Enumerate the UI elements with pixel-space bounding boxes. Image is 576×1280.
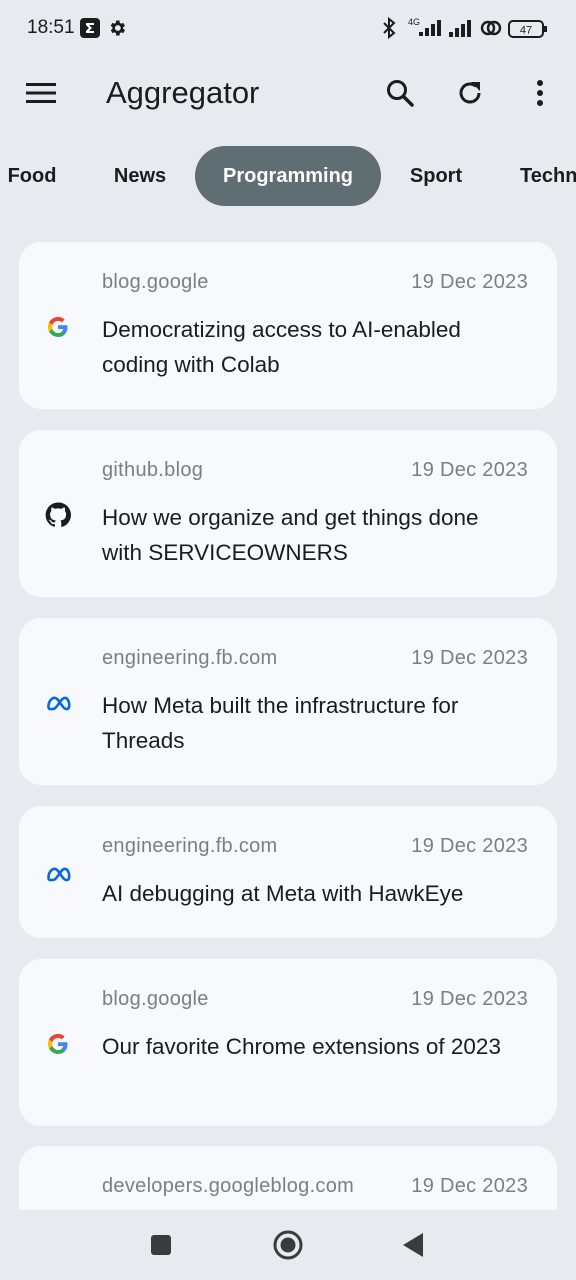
- article-title: Our favorite Chrome extensions of 2023: [102, 1034, 501, 1059]
- article-title: Democratizing access to AI-enabled codin…: [102, 317, 461, 377]
- article-date: 19 Dec 2023: [411, 988, 528, 1010]
- article-source: developers.googleblog.com: [102, 1175, 355, 1197]
- search-icon[interactable]: [378, 71, 422, 115]
- menu-icon[interactable]: [19, 71, 63, 115]
- article-source: engineering.fb.com: [102, 835, 278, 857]
- tab-label: News: [113, 164, 167, 187]
- signal-4g-icon: 4G: [405, 16, 443, 43]
- article-date: 19 Dec 2023: [411, 835, 528, 857]
- svg-text:4G: 4G: [408, 17, 420, 27]
- tab-label: Programming: [222, 164, 354, 187]
- article-title: How Meta built the infrastructure for Th…: [102, 693, 459, 753]
- sigma-app-icon: [80, 18, 100, 43]
- article-date: 19 Dec 2023: [411, 647, 528, 669]
- article-card[interactable]: blog.google 19 Dec 2023 Democratizing ac…: [19, 242, 557, 409]
- status-bar: 18:51 4G 47: [0, 0, 576, 58]
- article-card[interactable]: engineering.fb.com 19 Dec 2023 How Meta …: [19, 618, 557, 785]
- more-vert-icon[interactable]: [518, 71, 562, 115]
- meta-logo-icon: [45, 690, 71, 716]
- app-bar: Aggregator: [0, 58, 576, 128]
- status-time: 18:51: [27, 17, 75, 38]
- link-icon: [479, 18, 503, 43]
- battery-icon: 47: [508, 19, 548, 44]
- article-title: How we organize and get things done with…: [102, 505, 479, 565]
- article-card[interactable]: blog.google 19 Dec 2023 Our favorite Chr…: [19, 959, 557, 1126]
- article-title: AI debugging at Meta with HawkEye: [102, 881, 464, 906]
- settings-gear-icon: [107, 18, 127, 43]
- article-card[interactable]: github.blog 19 Dec 2023 How we organize …: [19, 430, 557, 597]
- google-logo-icon: [45, 314, 71, 340]
- tab-food[interactable]: Food: [0, 146, 64, 206]
- category-tabs: Food News Programming Sport Technology: [0, 146, 576, 206]
- recents-square-icon[interactable]: [150, 1234, 172, 1261]
- article-date: 19 Dec 2023: [411, 459, 528, 481]
- signal-icon: [448, 18, 474, 43]
- tab-news[interactable]: News: [100, 146, 180, 206]
- article-source: blog.google: [102, 988, 209, 1010]
- article-source: blog.google: [102, 271, 209, 293]
- tab-label: Food: [7, 164, 57, 187]
- article-source: engineering.fb.com: [102, 647, 278, 669]
- home-circle-icon[interactable]: [272, 1229, 304, 1266]
- article-card[interactable]: engineering.fb.com 19 Dec 2023 AI debugg…: [19, 806, 557, 938]
- article-date: 19 Dec 2023: [411, 271, 528, 293]
- refresh-icon[interactable]: [448, 71, 492, 115]
- back-triangle-icon[interactable]: [401, 1232, 425, 1263]
- tab-sport[interactable]: Sport: [396, 146, 476, 206]
- bluetooth-icon: [380, 16, 398, 44]
- article-date: 19 Dec 2023: [411, 1175, 528, 1197]
- tab-programming[interactable]: Programming: [195, 146, 381, 206]
- article-source: github.blog: [102, 459, 204, 481]
- battery-level: 47: [520, 25, 532, 37]
- github-logo-icon: [45, 502, 71, 528]
- meta-logo-icon: [45, 861, 71, 887]
- google-logo-icon: [45, 1031, 71, 1057]
- app-title: Aggregator: [106, 75, 260, 110]
- tab-label: Technology: [520, 164, 576, 187]
- tab-technology[interactable]: Technology: [520, 146, 576, 206]
- system-nav-bar: [0, 1210, 576, 1280]
- tab-label: Sport: [409, 164, 463, 187]
